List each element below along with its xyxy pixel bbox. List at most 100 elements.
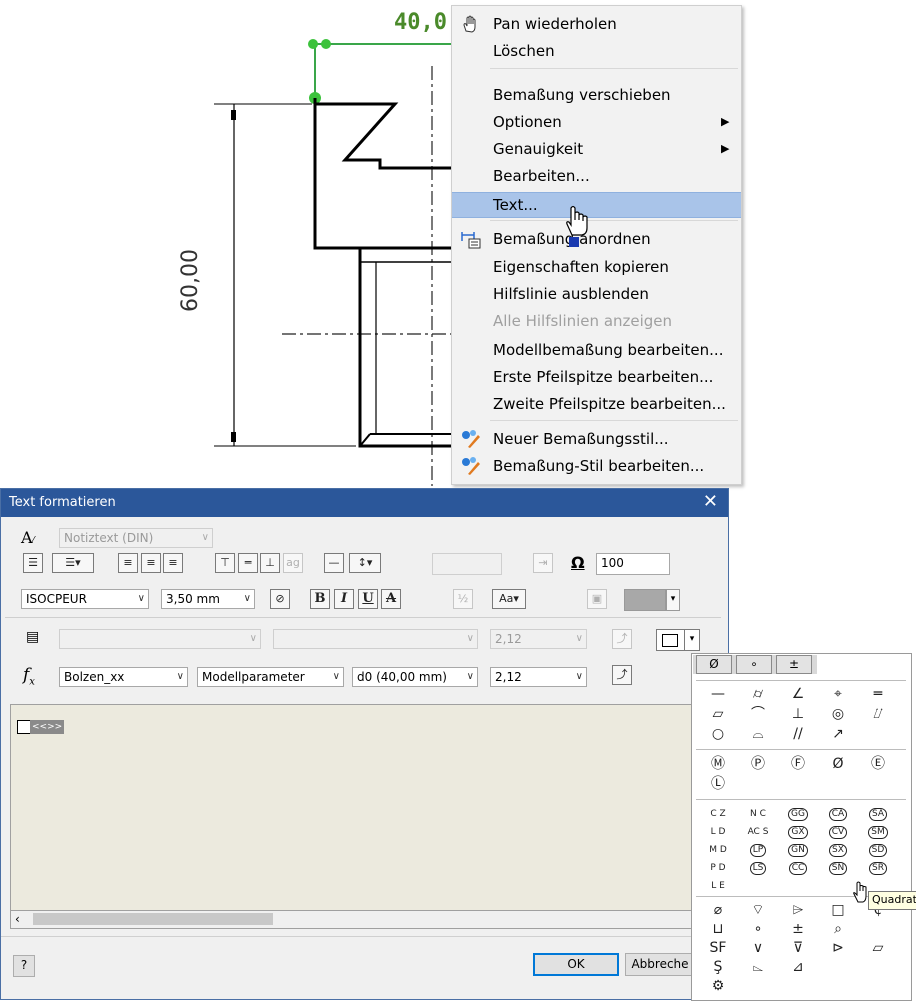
palette-symbol[interactable]: ⌓ [740,724,776,744]
strikethrough-button[interactable]: A [381,589,401,609]
palette-symbol[interactable]: Ⓟ [740,754,776,774]
insert-parameter-icon[interactable]: ⤴ [612,665,632,685]
palette-symbol[interactable]: ⌀ [700,900,736,920]
font-size-combo[interactable]: 3,50 mm ∨ [161,589,255,609]
chevron-down-icon[interactable]: ▾ [666,589,680,611]
palette-symbol[interactable]: ⊿ [780,957,816,977]
menu-item-text[interactable]: Text... [452,192,741,218]
component-combo[interactable]: Bolzen_xx ∨ [59,667,188,687]
palette-symbol[interactable]: SM [860,822,896,842]
palette-symbol[interactable]: ⌲ [780,900,816,920]
palette-symbol[interactable]: ↗ [820,724,856,744]
palette-tab-degree[interactable]: ∘ [736,655,772,674]
palette-symbol[interactable]: Ⓛ [700,774,736,794]
ok-button[interactable]: OK [533,953,619,976]
dimension-value-placeholder[interactable]: <<>> [30,720,65,734]
valign-top-icon[interactable]: ⊤ [215,553,235,573]
menu-item-arrange-dimensions[interactable]: Bemaßung anordnen [452,226,741,252]
palette-symbol[interactable]: ⊳ [820,938,856,958]
palette-symbol[interactable]: ⌰ [860,704,896,724]
horizontal-scrollbar[interactable]: ‹ [10,910,694,929]
palette-symbol[interactable]: ⌕ [820,919,856,939]
palette-symbol[interactable]: SN [820,858,856,878]
palette-symbol[interactable]: L E [700,876,736,896]
precision-combo[interactable]: 2,12 ∨ [490,667,587,687]
palette-symbol[interactable]: SA [860,804,896,824]
palette-symbol[interactable]: ○ [700,724,736,744]
palette-symbol[interactable]: L D [700,822,736,842]
palette-symbol[interactable]: P D [700,858,736,878]
menu-item-hide-extension-line[interactable]: Hilfslinie ausblenden [452,281,741,307]
color-icon[interactable]: ⊘ [270,589,290,609]
palette-symbol[interactable]: ⚙ [700,976,736,996]
palette-symbol[interactable]: ═ [860,684,896,704]
menu-item-edit-second-arrowhead[interactable]: Zweite Pfeilspitze bearbeiten... [452,391,741,417]
font-combo[interactable]: ISOCPEUR ∨ [21,589,149,609]
menu-item-edit-dimension-style[interactable]: Bemaßung-Stil bearbeiten... [452,453,741,479]
menu-item-options[interactable]: Optionen ▶ [452,109,741,135]
scroll-left-icon[interactable]: ‹ [15,912,20,926]
valign-middle-icon[interactable]: ═ [238,553,258,573]
palette-symbol[interactable]: ⌖ [820,684,856,704]
palette-symbol[interactable]: ∘ [740,919,776,939]
close-icon[interactable]: ✕ [703,491,718,512]
palette-symbol[interactable]: ⌒ [740,704,776,724]
bold-button[interactable]: B [310,589,330,609]
palette-symbol[interactable]: Ø [820,754,856,774]
cancel-button[interactable]: Abbreche [625,953,695,976]
underline-button[interactable]: U [358,589,378,609]
menu-item-pan-repeat[interactable]: Pan wiederholen [452,11,741,37]
palette-symbol[interactable]: N C [740,804,776,824]
palette-symbol[interactable]: ◎ [820,704,856,724]
palette-symbol[interactable]: ⊔ [700,919,736,939]
align-left-icon[interactable]: ≡ [118,553,138,573]
side-dimension-value[interactable]: 60,00 [178,249,203,312]
palette-tab-diameter[interactable]: Ø [696,655,732,674]
palette-symbol[interactable]: ⊥ [780,704,816,724]
valign-bottom-icon[interactable]: ⊥ [260,553,280,573]
color-swatch[interactable] [624,589,666,611]
menu-item-edit-model-dimension[interactable]: Modellbemaßung bearbeiten... [452,337,741,363]
menu-item-copy-properties[interactable]: Eigenschaften kopieren [452,254,741,280]
palette-symbol[interactable]: SD [860,840,896,860]
palette-symbol[interactable]: □ [820,900,856,920]
align-right-icon[interactable]: ≡ [163,553,183,573]
align-center-icon[interactable]: ≡ [141,553,161,573]
menu-item-edit-first-arrowhead[interactable]: Erste Pfeilspitze bearbeiten... [452,364,741,390]
symbol-case-icon[interactable]: Aa▾ [492,589,526,609]
menu-item-precision[interactable]: Genauigkeit ▶ [452,136,741,162]
palette-symbol[interactable]: AC S [740,822,776,842]
line-spacing-icon[interactable]: — [324,553,344,573]
width-percent-field[interactable]: 100 [596,553,670,575]
paragraph-spacing-icon[interactable]: ↕▾ [349,553,381,573]
palette-symbol[interactable]: // [780,724,816,744]
palette-symbol[interactable]: — [700,684,736,704]
palette-symbol[interactable]: Ş [700,957,736,977]
palette-symbol[interactable]: LS [740,858,776,878]
palette-symbol[interactable]: CA [820,804,856,824]
text-edit-area[interactable]: <<>> [10,704,694,912]
palette-symbol[interactable]: ⌭ [740,684,776,704]
menu-item-new-dimension-style[interactable]: Neuer Bemaßungsstil... [452,426,741,452]
palette-symbol[interactable]: CC [780,858,816,878]
symbol-picker-button[interactable] [656,629,685,651]
palette-symbol[interactable]: ⏥ [860,938,896,958]
chevron-down-icon[interactable]: ▾ [684,629,700,651]
palette-symbol[interactable]: Ⓕ [780,754,816,774]
menu-item-delete[interactable]: Löschen [452,38,741,64]
palette-symbol[interactable]: GG [780,804,816,824]
bullet-list-icon[interactable]: ☰ [23,553,43,573]
palette-symbol[interactable]: SR [860,858,896,878]
palette-symbol[interactable]: SF [700,938,736,958]
palette-symbol[interactable]: C Z [700,804,736,824]
palette-symbol[interactable]: M D [700,840,736,860]
parameter-combo[interactable]: d0 (40,00 mm) ∨ [352,667,478,687]
palette-symbol[interactable]: ⌔ [740,900,776,920]
palette-symbol[interactable]: ▱ [700,704,736,724]
palette-symbol[interactable]: GN [780,840,816,860]
menu-item-edit[interactable]: Bearbeiten... [452,163,741,189]
menu-item-move-dimension[interactable]: Bemaßung verschieben [452,82,741,108]
palette-symbol[interactable]: Ⓜ [700,754,736,774]
italic-button[interactable]: I [334,589,354,609]
palette-symbol[interactable]: ⊽ [780,938,816,958]
